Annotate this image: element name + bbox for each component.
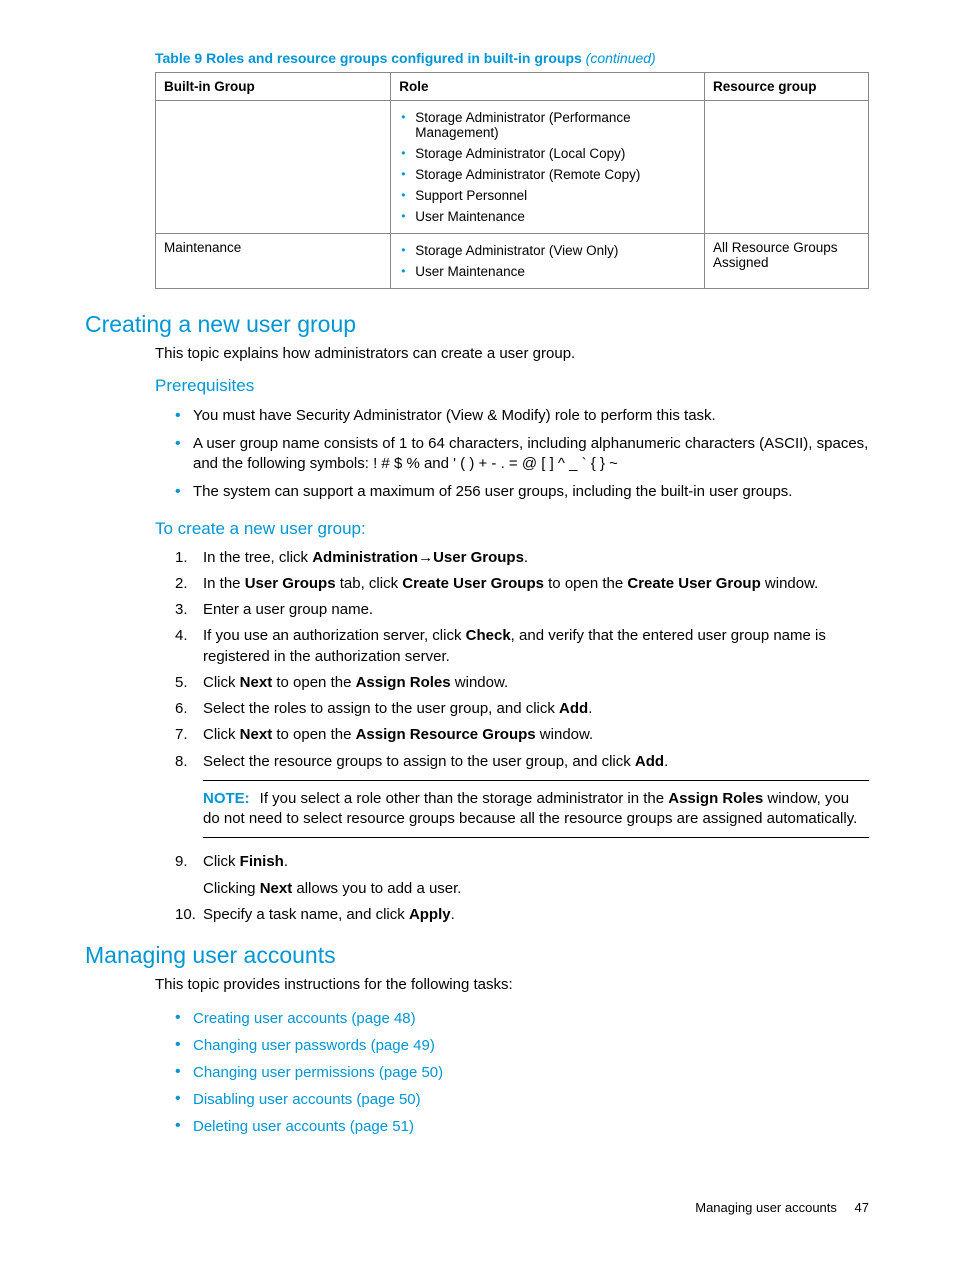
heading-to-create: To create a new user group: xyxy=(155,519,869,539)
links-list: Creating user accounts (page 48) Changin… xyxy=(175,1005,869,1140)
role-item: User Maintenance xyxy=(415,261,696,282)
step-item: Click Next to open the Assign Roles wind… xyxy=(175,670,869,696)
role-item: Storage Administrator (Local Copy) xyxy=(415,143,696,164)
step-item: Click Next to open the Assign Resource G… xyxy=(175,722,869,748)
link-item: Changing user permissions (page 50) xyxy=(175,1059,869,1086)
footer-page-number: 47 xyxy=(855,1200,869,1215)
role-item: Support Personnel xyxy=(415,185,696,206)
link-changing-user-permissions[interactable]: Changing user permissions (page 50) xyxy=(193,1064,443,1081)
prereq-item: The system can support a maximum of 256 … xyxy=(175,478,869,506)
prereq-item: A user group name consists of 1 to 64 ch… xyxy=(175,430,869,479)
link-creating-user-accounts[interactable]: Creating user accounts (page 48) xyxy=(193,1010,416,1027)
step-item: Specify a task name, and click Apply. xyxy=(175,902,869,928)
step-item: Enter a user group name. xyxy=(175,597,869,623)
table-caption-main: Table 9 Roles and resource groups config… xyxy=(155,50,582,66)
step-item: In the User Groups tab, click Create Use… xyxy=(175,571,869,597)
cell-group xyxy=(156,101,391,234)
link-item: Creating user accounts (page 48) xyxy=(175,1005,869,1032)
cell-roles: Storage Administrator (View Only) User M… xyxy=(391,234,705,289)
link-changing-user-passwords[interactable]: Changing user passwords (page 49) xyxy=(193,1037,435,1054)
cell-rg: All Resource Groups Assigned xyxy=(705,234,869,289)
note-label: NOTE: xyxy=(203,790,250,807)
link-item: Deleting user accounts (page 51) xyxy=(175,1113,869,1140)
heading-prerequisites: Prerequisites xyxy=(155,376,869,396)
step-item: Click Finish. Clicking Next allows you t… xyxy=(175,849,869,902)
link-item: Disabling user accounts (page 50) xyxy=(175,1086,869,1113)
steps-list: In the tree, click Administration→User G… xyxy=(175,545,869,929)
heading-managing-user-accounts: Managing user accounts xyxy=(85,942,869,969)
prereq-list: You must have Security Administrator (Vi… xyxy=(175,402,869,507)
cell-roles: Storage Administrator (Performance Manag… xyxy=(391,101,705,234)
step-item: If you use an authorization server, clic… xyxy=(175,623,869,670)
table-caption-continued: (continued) xyxy=(586,50,656,66)
heading-creating-user-group: Creating a new user group xyxy=(85,311,869,338)
step-item: In the tree, click Administration→User G… xyxy=(175,545,869,571)
role-item: Storage Administrator (View Only) xyxy=(415,240,696,261)
note-box: NOTE:If you select a role other than the… xyxy=(203,780,869,839)
intro-text-2: This topic provides instructions for the… xyxy=(155,975,869,995)
prereq-item: You must have Security Administrator (Vi… xyxy=(175,402,869,430)
link-item: Changing user passwords (page 49) xyxy=(175,1032,869,1059)
table-caption: Table 9 Roles and resource groups config… xyxy=(155,50,869,66)
intro-text: This topic explains how administrators c… xyxy=(155,344,869,364)
page-footer: Managing user accounts 47 xyxy=(85,1200,869,1215)
roles-table: Built-in Group Role Resource group Stora… xyxy=(155,72,869,289)
footer-label: Managing user accounts xyxy=(695,1200,837,1215)
role-item: User Maintenance xyxy=(415,206,696,227)
col-resource-group: Resource group xyxy=(705,73,869,101)
table-header-row: Built-in Group Role Resource group xyxy=(156,73,869,101)
role-item: Storage Administrator (Performance Manag… xyxy=(415,107,696,143)
step-subtext: Clicking Next allows you to add a user. xyxy=(203,879,869,899)
link-deleting-user-accounts[interactable]: Deleting user accounts (page 51) xyxy=(193,1118,414,1135)
table-row: Storage Administrator (Performance Manag… xyxy=(156,101,869,234)
col-role: Role xyxy=(391,73,705,101)
step-item: Select the resource groups to assign to … xyxy=(175,749,869,850)
col-built-in-group: Built-in Group xyxy=(156,73,391,101)
role-item: Storage Administrator (Remote Copy) xyxy=(415,164,696,185)
cell-rg xyxy=(705,101,869,234)
step-item: Select the roles to assign to the user g… xyxy=(175,696,869,722)
cell-group: Maintenance xyxy=(156,234,391,289)
table-row: Maintenance Storage Administrator (View … xyxy=(156,234,869,289)
link-disabling-user-accounts[interactable]: Disabling user accounts (page 50) xyxy=(193,1091,421,1108)
